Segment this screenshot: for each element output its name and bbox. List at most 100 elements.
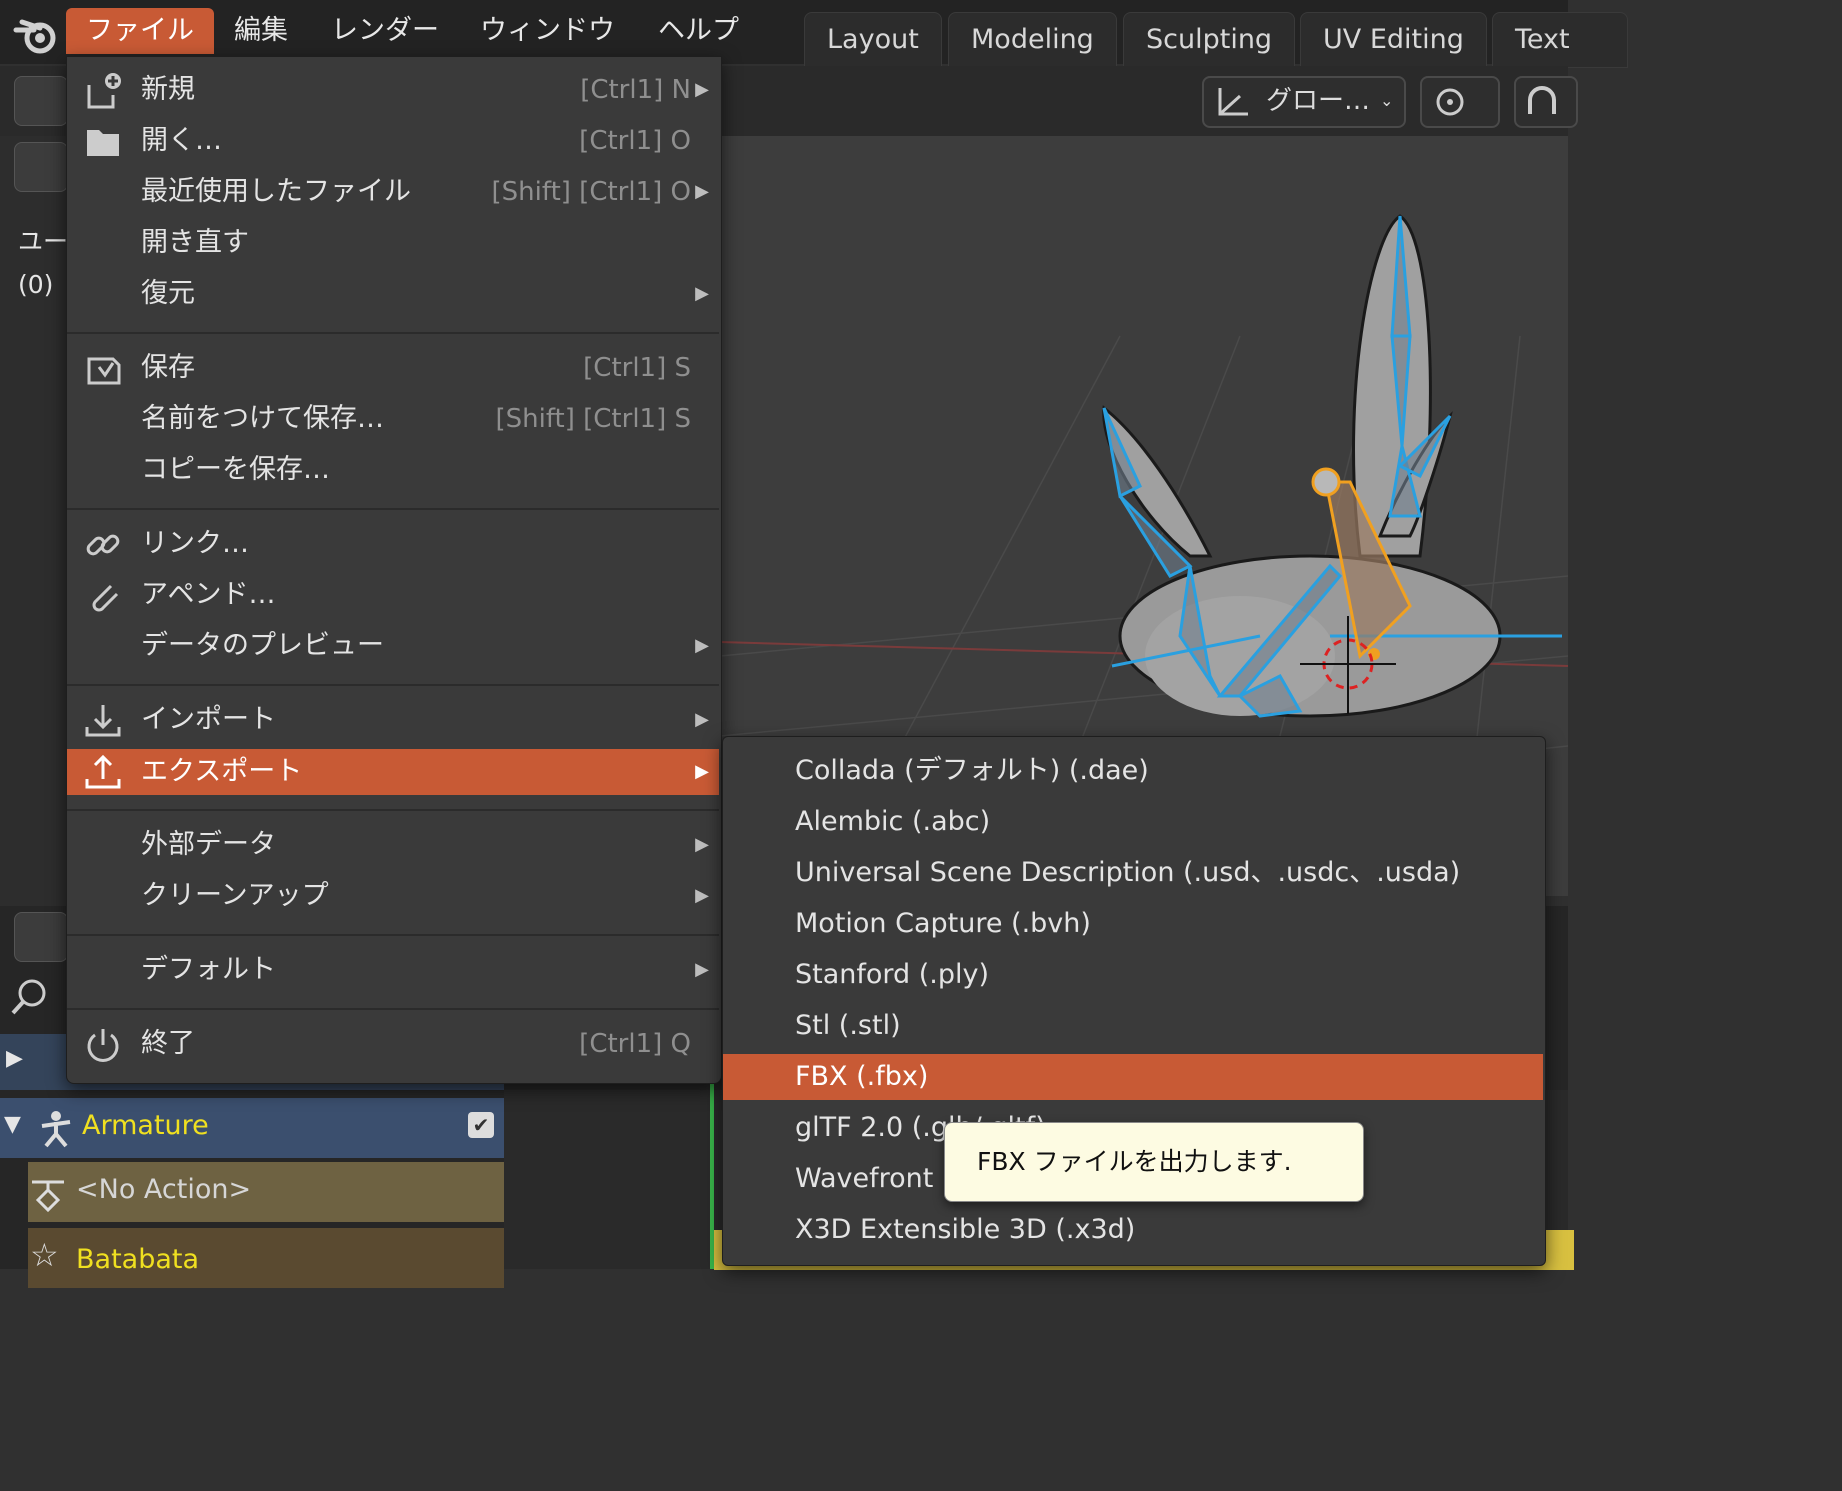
pivot-dropdown[interactable] — [1420, 76, 1500, 128]
menu-divider — [67, 934, 719, 936]
export-item-label: Wavefront — [795, 1163, 934, 1194]
menu-item-recover[interactable]: 復元 ▶ — [67, 271, 719, 317]
top-bar: ファイル 編集 レンダー ウィンドウ ヘルプ Layout Modeling S… — [0, 0, 1628, 68]
export-item-label: Motion Capture (.bvh) — [795, 908, 1091, 939]
search-icon[interactable] — [8, 975, 62, 1019]
export-collada[interactable]: Collada (デフォルト) (.dae) — [723, 748, 1543, 794]
menu-item-open[interactable]: 開く… [Ctrl1] O — [67, 118, 719, 164]
export-bvh[interactable]: Motion Capture (.bvh) — [723, 901, 1543, 947]
power-icon — [87, 1029, 119, 1062]
menu-item-save-as[interactable]: 名前をつけて保存… [Shift] [Ctrl1] S — [67, 396, 719, 442]
shortcut-label: [Ctrl1] S — [583, 353, 691, 383]
shortcut-label: [Shift] [Ctrl1] O — [491, 177, 691, 207]
menu-item-clean-up[interactable]: クリーンアップ ▶ — [67, 873, 719, 919]
submenu-arrow-icon: ▶ — [695, 709, 709, 730]
frame-label: (0) — [18, 270, 54, 299]
orientation-label: グロー… — [1266, 86, 1371, 116]
export-ply[interactable]: Stanford (.ply) — [723, 952, 1543, 998]
menu-item-import[interactable]: インポート ▶ — [67, 697, 719, 743]
tab-sculpting[interactable]: Sculpting — [1123, 12, 1296, 68]
menu-item-label: 開く… — [141, 125, 222, 156]
menu-file[interactable]: ファイル — [66, 8, 214, 54]
menu-item-export[interactable]: エクスポート ▶ — [67, 749, 719, 795]
export-item-label: Collada (デフォルト) (.dae) — [795, 755, 1149, 786]
shortcut-label: [Ctrl1] Q — [579, 1029, 691, 1059]
pivot-icon — [1436, 88, 1464, 116]
menu-item-label: デフォルト — [141, 954, 276, 985]
blender-logo-icon[interactable] — [12, 8, 62, 58]
export-icon — [85, 754, 121, 789]
shortcut-label: [Ctrl1] O — [579, 126, 691, 156]
menu-divider — [67, 809, 719, 811]
menu-item-new[interactable]: 新規 [Ctrl1] N ▶ — [67, 67, 719, 113]
outliner-row-armature[interactable]: ▼ Armature ✔ — [0, 1098, 504, 1158]
import-icon — [85, 705, 121, 737]
menu-item-quit[interactable]: 終了 [Ctrl1] Q — [67, 1021, 719, 1067]
armature-label: Armature — [82, 1110, 209, 1141]
menu-item-label: アペンド… — [141, 579, 276, 610]
export-stl[interactable]: Stl (.stl) — [723, 1003, 1543, 1049]
visibility-checkbox[interactable]: ✔ — [468, 1112, 494, 1138]
tooltip: FBX ファイルを出力します. — [944, 1122, 1364, 1202]
menu-divider — [67, 508, 719, 510]
menu-item-label: リンク… — [141, 528, 249, 559]
menu-render[interactable]: レンダー — [311, 8, 459, 54]
menu-item-defaults[interactable]: デフォルト ▶ — [67, 947, 719, 993]
outliner-row-action[interactable]: <No Action> — [28, 1162, 504, 1222]
view-user-label: ユー — [18, 227, 69, 256]
menu-item-label: エクスポート — [141, 756, 303, 787]
expand-arrow-icon[interactable]: ▶ — [6, 1046, 23, 1071]
editor-type-button[interactable] — [14, 76, 68, 126]
outliner-row-batabata[interactable]: ☆ Batabata — [28, 1228, 504, 1288]
submenu-arrow-icon: ▶ — [695, 834, 709, 855]
menu-item-data-previews[interactable]: データのプレビュー ▶ — [67, 623, 719, 669]
new-file-icon — [87, 73, 121, 109]
submenu-arrow-icon: ▶ — [695, 959, 709, 980]
transform-orientation-dropdown[interactable]: グロー… ⌄ — [1202, 76, 1406, 128]
tab-uv-editing[interactable]: UV Editing — [1300, 12, 1487, 68]
menu-divider — [67, 1008, 719, 1010]
menu-divider — [67, 684, 719, 686]
save-icon — [87, 357, 121, 385]
export-item-label: Universal Scene Description (.usd、.usdc、… — [795, 857, 1461, 888]
menu-window[interactable]: ウィンドウ — [460, 8, 635, 54]
export-usd[interactable]: Universal Scene Description (.usd、.usdc、… — [723, 850, 1543, 896]
menu-item-label: 外部データ — [141, 829, 276, 860]
star-icon[interactable]: ☆ — [30, 1236, 59, 1274]
submenu-arrow-icon: ▶ — [695, 885, 709, 906]
export-x3d[interactable]: X3D Extensible 3D (.x3d) — [723, 1207, 1543, 1253]
menu-item-append[interactable]: アペンド… — [67, 572, 719, 618]
submenu-arrow-icon: ▶ — [695, 761, 709, 782]
pose-mode-button[interactable] — [14, 142, 68, 192]
menu-item-label: 新規 — [141, 74, 195, 105]
export-item-label: Stanford (.ply) — [795, 959, 990, 990]
export-alembic[interactable]: Alembic (.abc) — [723, 799, 1543, 845]
collapse-arrow-icon[interactable]: ▼ — [4, 1112, 21, 1137]
tab-layout[interactable]: Layout — [804, 12, 942, 68]
menu-help[interactable]: ヘルプ — [638, 8, 759, 54]
menu-item-external-data[interactable]: 外部データ ▶ — [67, 822, 719, 868]
magnet-icon — [1528, 86, 1556, 114]
tab-text[interactable]: Text — [1492, 12, 1628, 68]
shortcut-label: [Shift] [Ctrl1] S — [495, 404, 691, 434]
submenu-arrow-icon: ▶ — [695, 635, 709, 656]
menu-item-link[interactable]: リンク… — [67, 521, 719, 567]
batabata-label: Batabata — [76, 1244, 200, 1275]
menu-item-label: クリーンアップ — [141, 880, 329, 911]
menu-edit[interactable]: 編集 — [214, 8, 308, 54]
export-item-label: FBX (.fbx) — [795, 1061, 929, 1092]
menu-item-save[interactable]: 保存 [Ctrl1] S — [67, 345, 719, 391]
menu-item-open-recent[interactable]: 最近使用したファイル [Shift] [Ctrl1] O ▶ — [67, 169, 719, 215]
menu-item-label: 復元 — [141, 278, 195, 309]
shortcut-label: [Ctrl1] N — [580, 75, 691, 105]
menu-item-revert[interactable]: 開き直す — [67, 220, 719, 266]
snap-toggle[interactable] — [1514, 76, 1578, 128]
editor-type-button-lower[interactable] — [14, 912, 68, 962]
menu-divider — [67, 332, 719, 334]
menu-item-save-copy[interactable]: コピーを保存… — [67, 447, 719, 493]
export-item-label: X3D Extensible 3D (.x3d) — [795, 1214, 1136, 1245]
chevron-down-icon: ⌄ — [1380, 91, 1394, 110]
export-fbx[interactable]: FBX (.fbx) — [723, 1054, 1543, 1100]
tab-modeling[interactable]: Modeling — [948, 12, 1117, 68]
menu-item-label: 保存 — [141, 352, 195, 383]
